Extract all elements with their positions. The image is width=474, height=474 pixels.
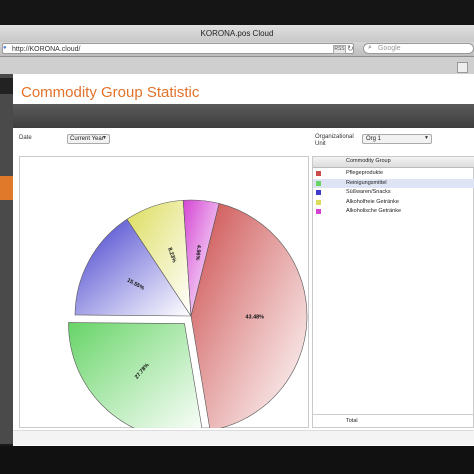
horizontal-scrollbar[interactable] <box>13 430 474 445</box>
legend-swatch <box>316 180 321 186</box>
legend-total-label: Total <box>346 418 358 424</box>
legend-row[interactable]: Süßwaren/Snacks <box>313 188 474 197</box>
chevron-down-icon: ▼ <box>102 135 107 141</box>
page-title: Commodity Group Statistic <box>21 84 200 101</box>
legend-swatch <box>316 190 321 195</box>
refresh-icon[interactable]: ↻ <box>347 44 354 53</box>
header-band <box>13 104 474 128</box>
legend-divider <box>313 414 474 415</box>
pie-chart: 43.48%27.78%15.55%8.23% 4.96% <box>68 199 308 428</box>
browser-tabstrip <box>0 57 474 75</box>
window-titlebar <box>0 0 474 28</box>
legend-label: Süßwaren/Snacks <box>346 189 391 195</box>
org-unit-label: Organizational Unit <box>315 134 354 147</box>
sidebar-item-active[interactable] <box>0 176 13 200</box>
legend-swatch <box>316 199 321 205</box>
legend-label: Alkoholische Getränke <box>346 208 402 214</box>
tab-icon[interactable] <box>457 62 468 73</box>
legend-label: Reinigungsmittel <box>346 179 387 186</box>
chevron-down-icon: ▼ <box>424 135 429 141</box>
legend-swatch <box>316 209 321 214</box>
search-input[interactable]: Google <box>363 43 474 54</box>
date-label: Date <box>19 135 32 141</box>
sidebar-item[interactable] <box>0 78 13 94</box>
pie-slice-label: 43.48% <box>245 315 264 321</box>
address-bar[interactable]: http://KORONA.cloud/ <box>2 43 354 54</box>
legend-label: Pflegeprodukte <box>346 170 383 176</box>
legend-label: Alkoholfreie Getränke <box>346 198 399 205</box>
page-icon: ● <box>3 45 7 51</box>
app-sidebar <box>0 74 13 444</box>
window-title: KORONA.pos Cloud <box>200 29 274 38</box>
bottom-bar <box>0 446 474 474</box>
legend-row[interactable]: Alkoholische Getränke <box>313 207 474 216</box>
legend-row[interactable]: Pflegeprodukte <box>313 169 474 178</box>
legend-column-header: Commodity Group <box>346 158 391 164</box>
rss-badge[interactable]: RSS <box>333 45 346 54</box>
legend-row[interactable]: Alkoholfreie Getränke <box>313 198 474 207</box>
org-unit-select[interactable]: Org 1 <box>362 134 432 144</box>
legend-swatch <box>316 171 321 176</box>
legend-row[interactable]: Reinigungsmittel <box>313 178 474 188</box>
legend-header <box>313 157 474 168</box>
search-icon: ⌕ <box>368 44 372 51</box>
